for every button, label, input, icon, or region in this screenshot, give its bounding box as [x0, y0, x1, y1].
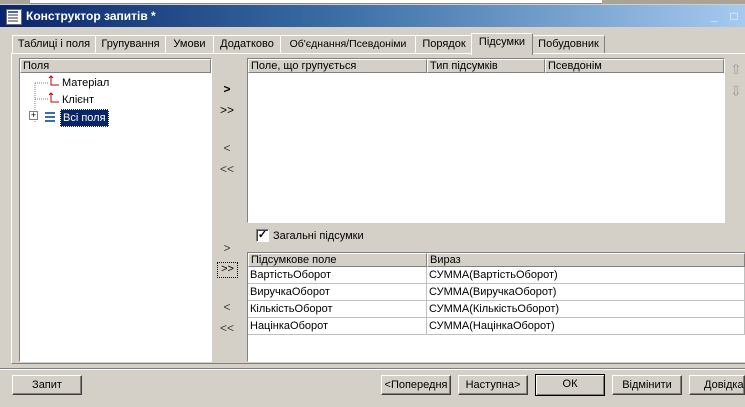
query-button[interactable]: Запит — [12, 375, 82, 395]
tree-item-all-fields[interactable]: Всі поля — [60, 109, 109, 127]
tab-tables-fields[interactable]: Таблиці і поля — [12, 35, 96, 54]
totals-table[interactable]: Підсумкове поле Вираз ВартістьОборот СУМ… — [247, 252, 745, 362]
table-row-expression[interactable]: СУММА(НацінкаОборот) — [427, 318, 745, 335]
table-row-expression[interactable]: СУММА(КількістьОборот) — [427, 301, 745, 318]
table-row-field[interactable]: НацінкаОборот — [248, 318, 427, 335]
query-designer-icon — [6, 9, 22, 25]
tab-builder[interactable]: Побудовник — [532, 35, 605, 54]
remove-all-totals-button[interactable]: << — [217, 320, 237, 336]
column-header-total-field[interactable]: Підсумкове поле — [248, 253, 427, 267]
tab-order[interactable]: Порядок — [415, 35, 473, 54]
window-title: Конструктор запитів * — [26, 9, 156, 23]
maximize-button[interactable]: □ — [727, 9, 741, 23]
table-row-field[interactable]: КількістьОборот — [248, 301, 427, 318]
minimize-button[interactable]: _ — [707, 9, 721, 23]
tab-union-aliases[interactable]: Об'єднання/Псевдоніми — [280, 35, 416, 54]
table-row-field[interactable]: ВартістьОборот — [248, 267, 427, 284]
next-button[interactable]: Наступна> — [458, 375, 528, 395]
tab-additional[interactable]: Додатково — [213, 35, 281, 54]
grouping-fields-table[interactable]: Поле, що групується Тип підсумків Псевдо… — [247, 58, 725, 223]
fields-header: Поля — [20, 59, 211, 73]
field-icon — [48, 92, 60, 107]
field-icon — [48, 75, 60, 90]
ok-button[interactable]: ОК — [535, 374, 605, 396]
column-header-expression[interactable]: Вираз — [427, 253, 745, 267]
column-header-alias[interactable]: Псевдонім — [545, 59, 724, 73]
add-total-button[interactable]: > — [217, 240, 237, 256]
add-field-button[interactable]: > — [217, 81, 237, 97]
add-all-totals-button[interactable]: >> — [217, 262, 238, 278]
all-fields-icon — [44, 111, 56, 126]
add-all-fields-button[interactable]: >> — [217, 102, 237, 118]
tab-totals[interactable]: Підсумки — [471, 33, 533, 55]
move-down-icon[interactable]: ⇩ — [729, 84, 743, 98]
overall-totals-label: Загальні підсумки — [273, 230, 364, 242]
column-header-grouping-field[interactable]: Поле, що групується — [248, 59, 427, 73]
background-window-strip — [0, 0, 745, 4]
table-row-expression[interactable]: СУММА(ВартістьОборот) — [427, 267, 745, 284]
table-row-expression[interactable]: СУММА(ВиручкаОборот) — [427, 284, 745, 301]
previous-button[interactable]: <Попередня — [381, 375, 451, 395]
tab-conditions[interactable]: Умови — [165, 35, 214, 54]
tree-item-client[interactable]: Клієнт — [62, 93, 94, 107]
title-bar[interactable]: Конструктор запитів * _ □ — [0, 5, 745, 27]
cancel-button[interactable]: Відмінити — [612, 375, 682, 395]
tab-grouping[interactable]: Групування — [95, 35, 166, 54]
expand-plus-icon[interactable]: + — [29, 111, 38, 120]
remove-all-fields-button[interactable]: << — [217, 161, 237, 177]
move-up-icon[interactable]: ⇧ — [729, 62, 743, 76]
column-header-total-type[interactable]: Тип підсумків — [427, 59, 545, 73]
overall-totals-checkbox[interactable]: ✓ — [256, 229, 269, 242]
remove-field-button[interactable]: < — [217, 140, 237, 156]
table-row-field[interactable]: ВиручкаОборот — [248, 284, 427, 301]
help-button[interactable]: Довідка — [689, 375, 745, 395]
remove-total-button[interactable]: < — [217, 299, 237, 315]
footer-separator — [0, 368, 745, 370]
tree-item-material[interactable]: Матеріал — [62, 76, 109, 90]
fields-tree[interactable]: Поля Матеріал Клієнт + Всі поля — [19, 58, 212, 362]
